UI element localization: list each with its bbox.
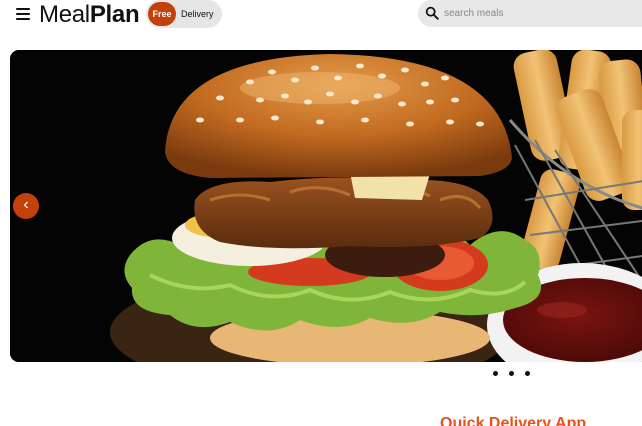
carousel-dot[interactable] <box>509 371 514 376</box>
hero-carousel-image <box>10 50 642 362</box>
logo-light: Meal <box>39 1 90 28</box>
logo-bold: Plan <box>89 1 140 28</box>
search-icon[interactable] <box>425 6 439 20</box>
site-logo[interactable]: MealPlan <box>39 1 140 29</box>
hamburger-menu-icon[interactable] <box>15 5 32 22</box>
top-bar: MealPlan Free Delivery <box>0 0 642 30</box>
delivery-label: Delivery <box>181 9 214 19</box>
carousel-dot[interactable] <box>493 371 498 376</box>
search-input[interactable] <box>444 4 642 23</box>
carousel-dot[interactable] <box>525 371 530 376</box>
free-delivery-badge: Free Delivery <box>146 0 222 28</box>
carousel-prev-button[interactable]: ‹ <box>13 193 39 219</box>
search-bar[interactable] <box>418 0 642 27</box>
free-pill: Free <box>148 2 176 26</box>
burger-fries-illustration <box>10 50 642 362</box>
section-heading: Quick Delivery App <box>440 415 587 426</box>
